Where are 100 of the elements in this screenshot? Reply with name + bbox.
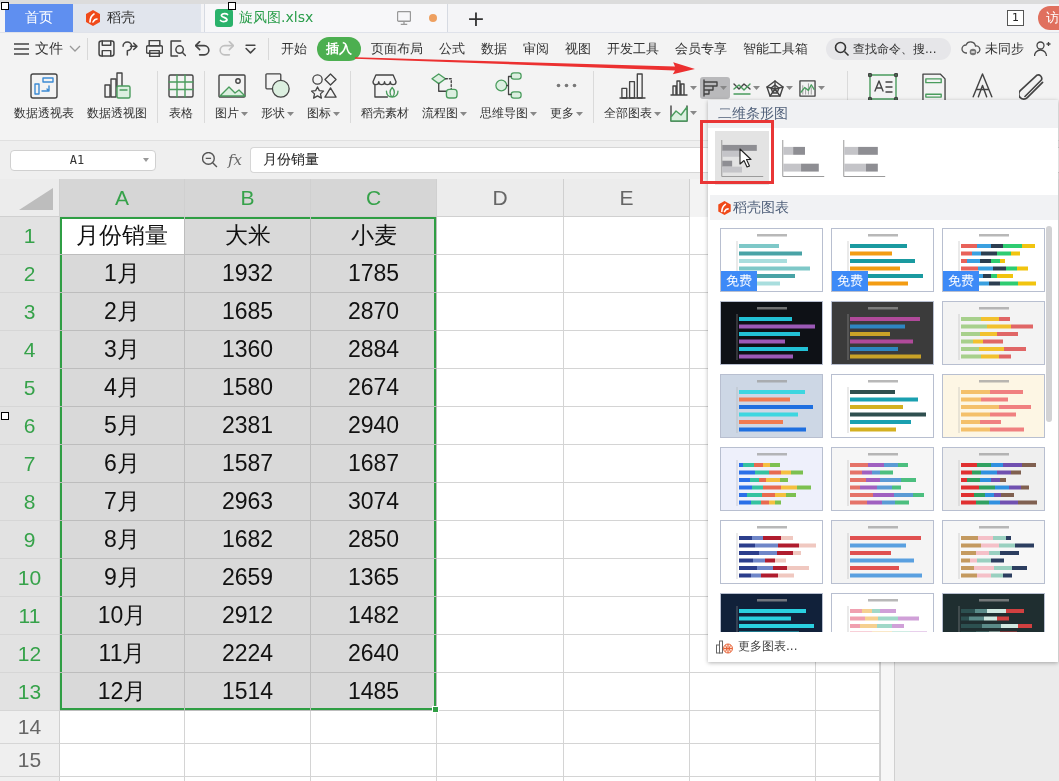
- zoom-icon[interactable]: [202, 152, 218, 168]
- chevron-down-icon: [244, 43, 256, 54]
- ribbon-tab[interactable]: 开始: [275, 37, 313, 60]
- table-cell: 2912: [185, 597, 311, 635]
- stacked-bar-chart-icon: [781, 139, 825, 177]
- caret-icon: [530, 111, 537, 116]
- ribbon-tab[interactable]: 公式: [433, 37, 471, 60]
- bar-chart-button[interactable]: [700, 77, 730, 99]
- caret-icon: [818, 86, 825, 90]
- table-cell: 1932: [185, 255, 311, 293]
- function-button[interactable]: fx: [228, 151, 242, 169]
- column-header[interactable]: D: [437, 179, 564, 217]
- caret-icon: [690, 111, 697, 115]
- all-charts-button[interactable]: 全部图表: [602, 71, 663, 122]
- docer-tab[interactable]: 稻壳: [73, 4, 201, 32]
- radar-chart-button[interactable]: [763, 77, 796, 99]
- radar-chart-icon: [766, 79, 784, 97]
- column-chart-button[interactable]: [667, 77, 700, 99]
- table-cell: 1587: [185, 445, 311, 483]
- ribbon-tab[interactable]: 开发工具: [601, 37, 665, 60]
- pivot-table-icon: [30, 72, 58, 99]
- table-cell: 月份销量: [60, 217, 185, 255]
- table-cell: 1月: [60, 255, 185, 293]
- chart-template-card[interactable]: [831, 374, 934, 438]
- scrollbar-thumb[interactable]: [1046, 226, 1052, 422]
- clustered-bar-chart-icon: [720, 139, 764, 177]
- ribbon-tab[interactable]: 审阅: [517, 37, 555, 60]
- ribbon-tab[interactable]: 智能工具箱: [737, 37, 814, 60]
- ribbon-tab[interactable]: 视图: [559, 37, 597, 60]
- flowchart-button[interactable]: 流程图: [420, 71, 469, 122]
- pivot-table-button[interactable]: 数据透视表: [12, 71, 76, 122]
- fill-handle[interactable]: [432, 706, 439, 713]
- chart-template-card[interactable]: [942, 447, 1045, 511]
- row-header[interactable]: 14: [0, 711, 60, 744]
- flowchart-icon: [431, 72, 458, 99]
- table-cell: 2224: [185, 635, 311, 673]
- print-preview-icon: [170, 40, 186, 57]
- column-header[interactable]: E: [564, 179, 690, 217]
- stock-chart-button[interactable]: [796, 77, 828, 99]
- file-menu[interactable]: 文件: [14, 39, 81, 58]
- table-cell: 7月: [60, 483, 185, 521]
- table-cell: 1514: [185, 673, 311, 711]
- table-cell: 小麦: [311, 217, 437, 255]
- resize-handle[interactable]: [228, 2, 236, 10]
- line-chart-icon: [733, 81, 751, 95]
- table-cell: 1580: [185, 369, 311, 407]
- new-tab-button[interactable]: +: [456, 4, 496, 32]
- ribbon-tab[interactable]: 数据: [475, 37, 513, 60]
- chart-template-card[interactable]: [720, 520, 823, 584]
- tab-label: 旋风图.xlsx: [239, 9, 314, 27]
- mouse-pointer-icon: [739, 148, 752, 168]
- docer-material-button[interactable]: 稻壳素材: [359, 71, 411, 122]
- table-cell: 6月: [60, 445, 185, 483]
- table-cell: 1785: [311, 255, 437, 293]
- chart-template-card[interactable]: [942, 520, 1045, 584]
- undo-icon: [194, 41, 210, 56]
- table-cell: 10月: [60, 597, 185, 635]
- chart-template-card[interactable]: [720, 301, 823, 365]
- more-charts-link[interactable]: 更多图表...: [708, 632, 1058, 655]
- header-footer-icon: [922, 73, 946, 102]
- search-field[interactable]: 查找命令、搜...: [826, 37, 951, 60]
- add-user-icon[interactable]: [1034, 40, 1051, 57]
- caret-icon: [460, 111, 467, 116]
- stock-chart-icon: [799, 79, 816, 97]
- more-button[interactable]: 更多: [548, 71, 585, 122]
- table-cell: 2963: [185, 483, 311, 521]
- picture-button[interactable]: 图片: [213, 71, 250, 122]
- table-cell: 3074: [311, 483, 437, 521]
- caret-icon: [720, 86, 727, 90]
- spreadsheet-logo-icon: [215, 9, 233, 27]
- area-chart-icon: [670, 104, 688, 122]
- table-cell: 2850: [311, 521, 437, 559]
- triangle-icon: [19, 188, 53, 210]
- resize-handle[interactable]: [1, 2, 9, 10]
- monitor-icon[interactable]: [397, 11, 411, 25]
- table-cell: 5月: [60, 407, 185, 445]
- table-cell: 9月: [60, 559, 185, 597]
- caret-icon: [786, 86, 793, 90]
- mind-map-button[interactable]: 思维导图: [478, 71, 539, 122]
- percent-bar-chart-icon: [842, 139, 886, 177]
- table-cell: 1360: [185, 331, 311, 369]
- page-count-badge[interactable]: 1: [1007, 10, 1024, 26]
- row-header[interactable]: 15: [0, 744, 60, 777]
- chart-template-card[interactable]: [831, 301, 934, 365]
- chart-type-option[interactable]: [715, 131, 769, 185]
- icon-button[interactable]: 图标: [305, 71, 342, 122]
- ribbon-tab[interactable]: 会员专享: [669, 37, 733, 60]
- name-box[interactable]: A1: [10, 149, 156, 171]
- sync-button[interactable]: 未同步: [961, 39, 1024, 58]
- resize-handle[interactable]: [1, 412, 9, 420]
- pivot-chart-button[interactable]: 数据透视图: [85, 71, 149, 122]
- shape-button[interactable]: 形状: [259, 71, 296, 122]
- table-cell: 1682: [185, 521, 311, 559]
- ribbon-tab[interactable]: 页面布局: [365, 37, 429, 60]
- table-cell: 1482: [311, 597, 437, 635]
- table-button[interactable]: 表格: [166, 71, 196, 122]
- table-cell: 2659: [185, 559, 311, 597]
- chevron-down-icon: [69, 45, 81, 52]
- bar-chart-icon: [703, 79, 718, 97]
- area-chart-button[interactable]: [667, 102, 700, 124]
